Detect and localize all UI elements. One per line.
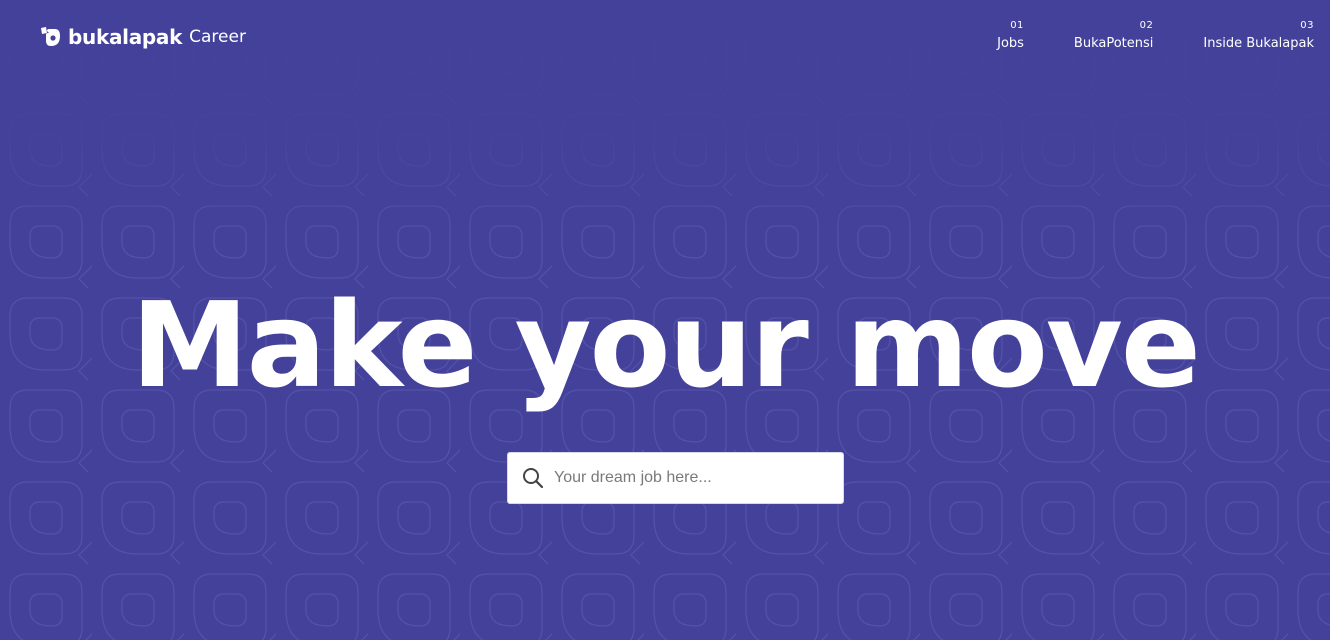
bukalapak-career-logo[interactable]: bukalapak Career [38,22,246,52]
nav-item-label[interactable]: BukaPotensi [1074,35,1153,53]
nav-item-inside-bukalapak[interactable]: 03 Inside Bukalapak [1203,20,1314,53]
nav-item-number: 01 [1010,20,1024,31]
job-search-input[interactable] [554,453,843,503]
nav-item-label[interactable]: Jobs [997,35,1024,53]
nav-item-number: 03 [1300,20,1314,31]
logo-wordmark: bukalapak [68,25,183,49]
search-icon[interactable] [521,466,545,490]
logo-suffix-career: Career [189,27,246,47]
top-header: bukalapak Career 01 Jobs 02 BukaPotensi … [0,0,1330,80]
nav-item-bukapotensi[interactable]: 02 BukaPotensi [1074,20,1153,53]
bukalapak-logo-icon [41,27,60,46]
nav-item-jobs[interactable]: 01 Jobs [997,20,1024,53]
nav-item-number: 02 [1139,20,1154,31]
hero-title: Make your move [131,276,1201,414]
job-search-box[interactable] [507,452,844,504]
nav-item-label[interactable]: Inside Bukalapak [1203,35,1314,53]
main-nav: 01 Jobs 02 BukaPotensi 03 Inside Bukalap… [997,20,1314,53]
